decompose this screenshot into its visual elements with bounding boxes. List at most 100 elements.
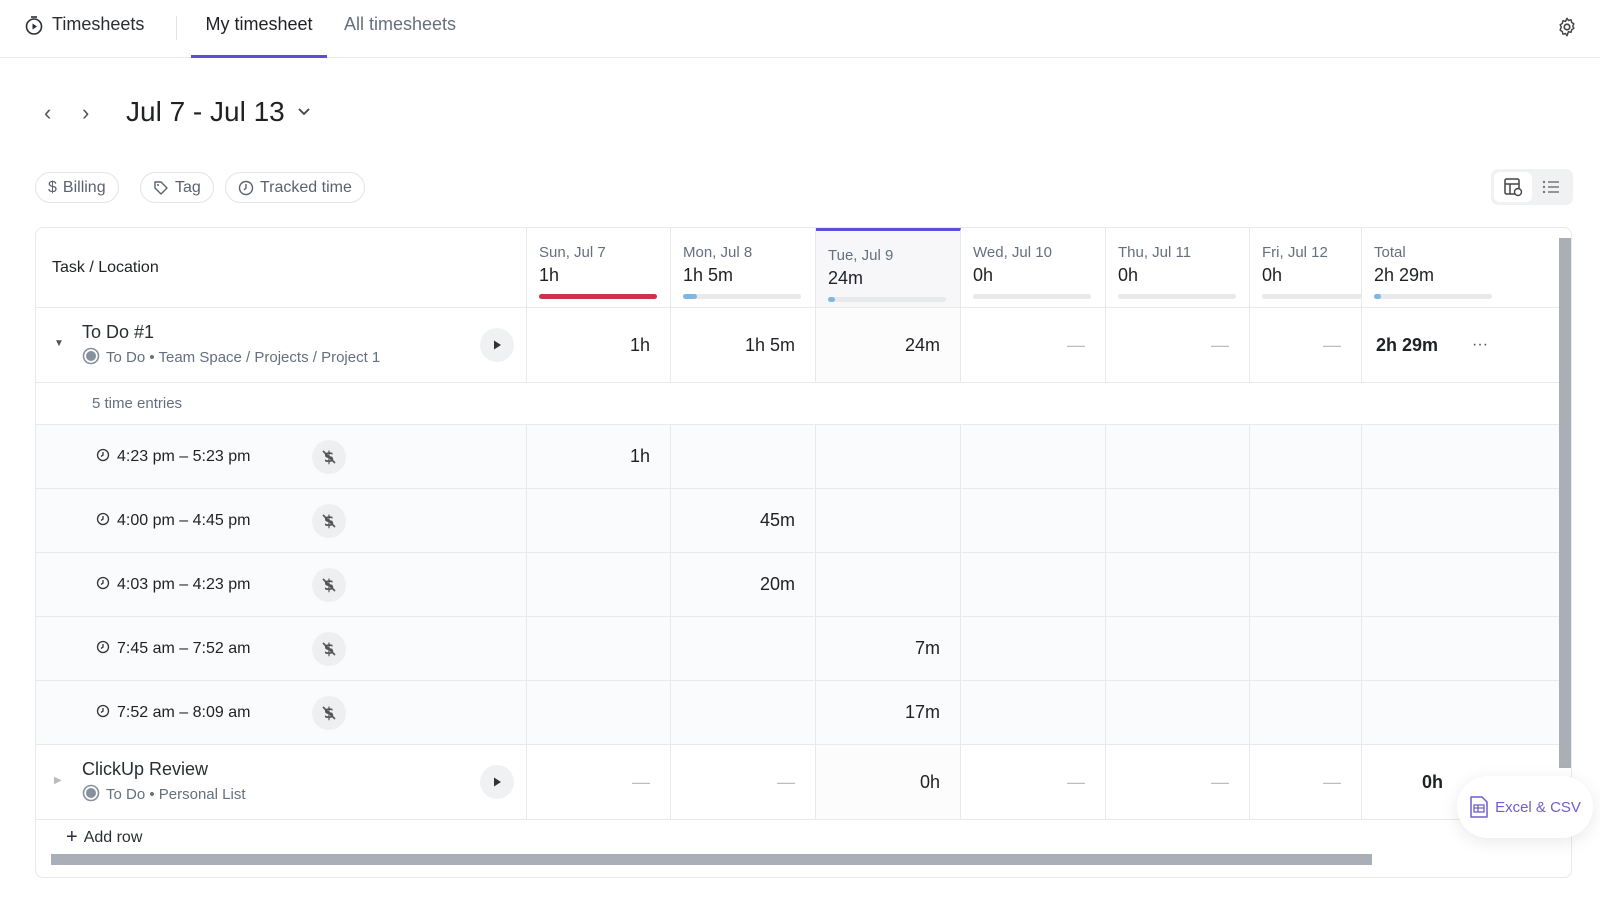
entry-time-cell[interactable]: [816, 489, 961, 552]
entry-time-cell[interactable]: [816, 553, 961, 616]
gear-icon[interactable]: [1556, 16, 1578, 38]
tag-filter[interactable]: Tag: [140, 172, 214, 203]
collapse-caret-icon[interactable]: ▼: [54, 338, 64, 349]
task-name[interactable]: ClickUp Review: [82, 759, 208, 780]
non-billable-toggle[interactable]: $: [312, 695, 346, 730]
entry-time-cell[interactable]: [527, 553, 671, 616]
day-time-cell[interactable]: —: [1106, 308, 1250, 382]
time-range[interactable]: 4:23 pm – 5:23 pm: [117, 448, 250, 466]
day-time-cell[interactable]: —: [671, 745, 816, 819]
add-row-button[interactable]: + Add row: [66, 826, 142, 849]
task-location: To Do • Personal List: [82, 784, 245, 806]
export-excel-csv-button[interactable]: Excel & CSV: [1457, 776, 1593, 838]
more-options-icon[interactable]: ···: [1472, 336, 1488, 354]
entry-time-cell[interactable]: 20m: [671, 553, 816, 616]
non-billable-toggle[interactable]: $: [312, 503, 346, 538]
day-progress-bar: [683, 294, 801, 299]
progress-fill: [1374, 294, 1382, 299]
billing-filter[interactable]: $ Billing: [35, 172, 119, 203]
start-timer-button[interactable]: [480, 765, 514, 799]
entry-time-cell[interactable]: [671, 681, 816, 744]
entry-time-cell[interactable]: 1h: [527, 425, 671, 488]
entry-time-cell[interactable]: [1250, 425, 1362, 488]
day-label: Mon, Jul 8: [683, 244, 753, 261]
entry-time-cell[interactable]: [1250, 681, 1362, 744]
tracked-time-filter[interactable]: Tracked time: [225, 172, 365, 203]
entry-time-cell[interactable]: 17m: [816, 681, 961, 744]
day-label: Wed, Jul 10: [973, 244, 1052, 261]
entry-total-cell: [1362, 681, 1559, 744]
task-total: 0h: [1422, 771, 1444, 792]
entry-time-cell[interactable]: [527, 681, 671, 744]
entry-time-cell[interactable]: [671, 425, 816, 488]
day-time-cell[interactable]: —: [961, 308, 1106, 382]
start-timer-button[interactable]: [480, 328, 514, 362]
previous-week-button[interactable]: ‹: [44, 100, 51, 126]
entry-time-cell[interactable]: [1106, 553, 1250, 616]
time-entry-cell: 7:52 am – 8:09 am $: [36, 681, 527, 744]
day-time-cell[interactable]: 1h: [527, 308, 671, 382]
next-week-button[interactable]: ›: [82, 100, 89, 126]
time-range[interactable]: 7:52 am – 8:09 am: [117, 704, 250, 722]
date-range-picker[interactable]: Jul 7 - Jul 13: [126, 96, 311, 128]
non-billable-toggle[interactable]: $: [312, 567, 346, 602]
entry-time-cell[interactable]: [527, 489, 671, 552]
task-name[interactable]: To Do #1: [82, 322, 154, 343]
entry-time-cell[interactable]: [961, 553, 1106, 616]
entry-time-cell[interactable]: [1106, 681, 1250, 744]
time-range[interactable]: 7:45 am – 7:52 am: [117, 640, 250, 658]
day-time-cell[interactable]: —: [961, 745, 1106, 819]
non-billable-toggle[interactable]: $: [312, 439, 346, 474]
day-progress-bar: [539, 294, 657, 299]
table-clock-icon: [1504, 178, 1523, 197]
day-header: Total 2h 29m: [1362, 228, 1559, 307]
entry-time-cell[interactable]: [671, 617, 816, 680]
entry-time-cell[interactable]: [961, 617, 1106, 680]
entry-time-cell[interactable]: [1106, 489, 1250, 552]
entry-total-cell: [1362, 553, 1559, 616]
entry-time-cell[interactable]: 7m: [816, 617, 961, 680]
day-total: 1h 5m: [683, 265, 734, 285]
top-bar: Timesheets My timesheet All timesheets: [0, 0, 1600, 58]
entry-time-cell[interactable]: [1250, 617, 1362, 680]
no-dollar-icon: $: [322, 640, 336, 658]
time-entries-summary-row: 5 time entries: [36, 383, 1559, 425]
day-time-cell[interactable]: —: [1106, 745, 1250, 819]
expand-caret-icon[interactable]: ▶: [54, 775, 62, 786]
clock-icon: [96, 446, 110, 467]
day-label: Thu, Jul 11: [1118, 244, 1192, 261]
day-time-cell[interactable]: —: [527, 745, 671, 819]
entry-time-cell[interactable]: [961, 681, 1106, 744]
day-time-cell[interactable]: 1h 5m: [671, 308, 816, 382]
non-billable-toggle[interactable]: $: [312, 631, 346, 666]
timesheet-view-button[interactable]: [1494, 172, 1532, 202]
time-entries-count: 5 time entries: [92, 395, 183, 412]
day-time-cell[interactable]: 24m: [816, 308, 961, 382]
day-time-cell[interactable]: —: [1250, 308, 1362, 382]
task-row: ▶ ClickUp Review To Do • Personal List — —0h…: [36, 745, 1559, 820]
entry-time-cell[interactable]: [1250, 553, 1362, 616]
day-time-cell[interactable]: —: [1250, 745, 1362, 819]
entry-time-cell[interactable]: [1106, 617, 1250, 680]
chevron-down-icon: [298, 108, 310, 116]
clock-icon: [96, 638, 110, 659]
list-view-button[interactable]: [1532, 172, 1570, 202]
day-label: Tue, Jul 9: [828, 247, 894, 264]
vertical-scrollbar[interactable]: [1559, 238, 1571, 768]
entry-time-cell[interactable]: [1250, 489, 1362, 552]
day-time-cell[interactable]: 0h: [816, 745, 961, 819]
entry-time-cell[interactable]: 45m: [671, 489, 816, 552]
horizontal-scrollbar[interactable]: [51, 854, 1372, 865]
entry-time-cell[interactable]: [961, 489, 1106, 552]
tab-my-timesheet[interactable]: My timesheet: [191, 14, 327, 58]
time-range[interactable]: 4:03 pm – 4:23 pm: [117, 576, 250, 594]
time-range[interactable]: 4:00 pm – 4:45 pm: [117, 512, 250, 530]
entry-time-cell[interactable]: [527, 617, 671, 680]
time-entry-cell: 4:03 pm – 4:23 pm $: [36, 553, 527, 616]
entry-time-cell[interactable]: [816, 425, 961, 488]
day-total: 24m: [828, 268, 864, 288]
no-dollar-icon: $: [322, 448, 336, 466]
entry-time-cell[interactable]: [961, 425, 1106, 488]
tab-all-timesheets[interactable]: All timesheets: [344, 14, 456, 58]
entry-time-cell[interactable]: [1106, 425, 1250, 488]
